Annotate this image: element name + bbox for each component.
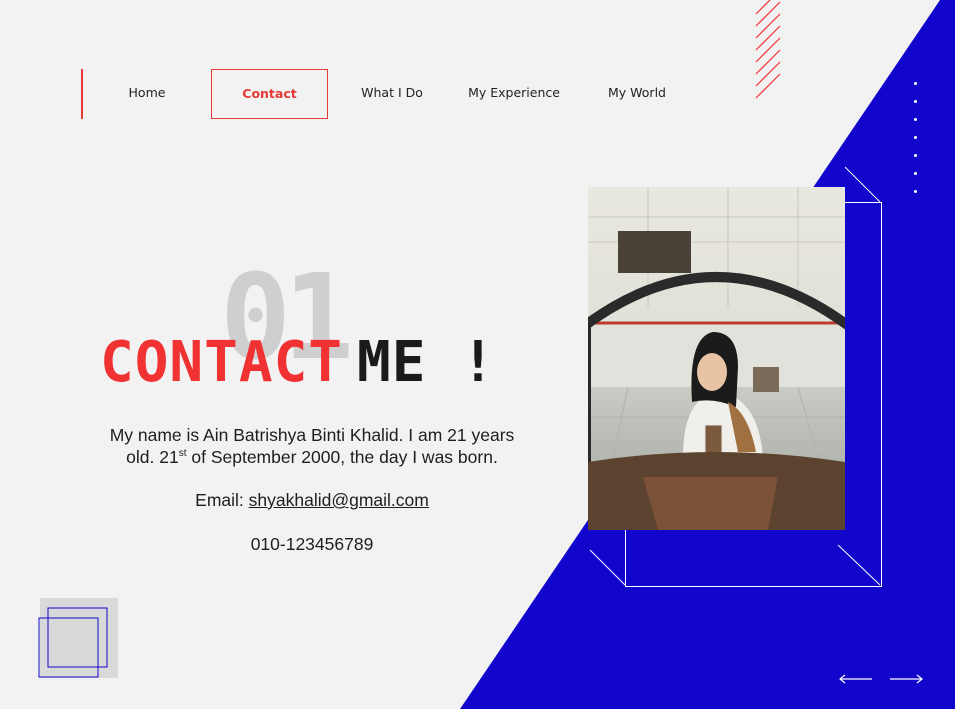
arrow-left-icon[interactable] <box>839 674 872 684</box>
squares-decoration <box>38 598 118 678</box>
profile-photo <box>588 187 845 530</box>
arrow-right-icon[interactable] <box>890 674 923 684</box>
slide-arrows <box>838 670 928 694</box>
